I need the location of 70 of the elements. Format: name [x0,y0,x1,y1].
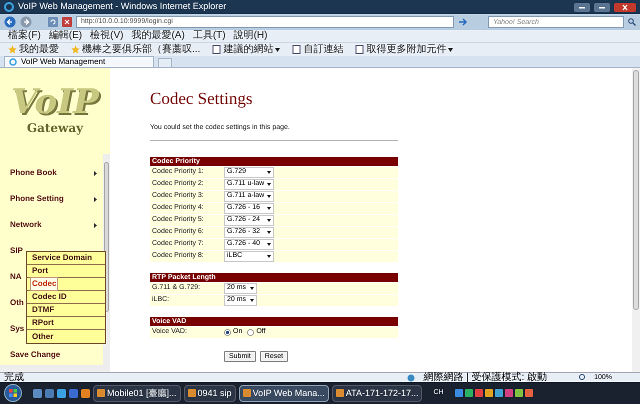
refresh-icon[interactable] [48,17,58,27]
taskbar-button[interactable]: Mobile01 [臺廳]... [93,384,181,402]
menu-item[interactable]: 檢視(V) [90,31,124,41]
taskbar-button[interactable]: ATA-171-172-17... [332,384,422,402]
sidebar-menu-item[interactable]: NA [10,271,22,283]
app-icon [336,389,344,397]
page-icon [355,45,364,54]
minimize-icon[interactable] [574,2,590,12]
caret-icon [267,242,271,246]
caret-icon [267,218,271,222]
favorites-item[interactable]: 我的最愛 [8,44,59,54]
menu-item[interactable]: 說明(H) [234,31,268,41]
submenu-item[interactable]: Service Domain [30,251,94,265]
sidebar-menu-item[interactable]: Network [10,219,42,231]
window-title: VoIP Web Management - Windows Internet Explorer [18,0,228,14]
submenu-item[interactable]: Port [30,264,50,278]
submenu-item[interactable]: Other [30,330,56,344]
caret-icon [267,206,271,210]
menu-item[interactable]: 工具(T) [192,31,226,41]
browser-icon [4,2,14,12]
sidebar-menu-item[interactable]: Sys [10,323,24,335]
start-orb-icon[interactable] [4,384,22,402]
page-icon [292,45,302,54]
app-icon [242,389,251,397]
sidebar-menu-item[interactable]: Oth [10,297,24,309]
sidebar-menu-item[interactable]: Save Change [10,349,60,361]
forward-icon[interactable] [20,16,32,28]
security-zone: 網際網路 | 受保護模式: 啟動 [423,372,548,382]
page-icon [212,45,222,54]
submenu-item[interactable]: DTMF [30,303,56,317]
caret-icon [267,170,271,174]
taskbar-button[interactable]: 0941 sip [184,384,236,402]
sidebar-menu-item[interactable]: SIP [10,245,23,257]
sidebar-menu-item[interactable]: Phone Setting [10,193,64,205]
globe-icon [407,374,416,382]
star-icon [71,45,80,54]
favorites-item[interactable]: 機棒之要俱乐部（賽藁叹... [71,44,200,54]
menu-item[interactable]: 我的最愛(A) [131,31,185,41]
menu-item[interactable]: 檔案(F) [8,31,41,41]
browser-tab[interactable]: VoIP Web Management [4,56,154,67]
favorites-item[interactable]: 取得更多附加元件 [355,44,454,54]
page-title: Codec Settings [150,90,254,107]
search-icon[interactable] [628,18,636,26]
status-text: 完成 [4,372,24,382]
caret-icon [267,182,271,186]
logo-text: VoIP [11,85,99,119]
favorites-item[interactable]: 建議的網站 [212,44,280,54]
caret-icon [267,194,271,198]
sidebar-menu-item[interactable]: Phone Book [10,167,57,179]
caret-icon [250,298,254,302]
browser-icon [9,58,17,66]
app-icon [188,389,196,397]
go-arrow-icon[interactable] [458,17,468,27]
favorites-item[interactable]: 自訂連結 [292,44,344,54]
taskbar-button[interactable]: VoIP Web Mana... [238,384,329,402]
horizontal-scrollbar[interactable] [0,365,110,372]
close-icon[interactable] [614,2,636,12]
zoom-icon [579,374,586,381]
caret-icon [250,286,254,290]
logo-subtitle: Gateway [26,120,84,137]
submenu-item[interactable]: Codec ID [30,290,69,304]
page-scrollbar[interactable] [632,68,640,372]
submenu-item[interactable]: RPort [30,316,56,330]
star-icon [8,45,17,54]
menu-item[interactable]: 編輯(E) [48,31,82,41]
stop-icon[interactable] [62,17,72,27]
back-icon[interactable] [4,16,16,28]
caret-icon [267,254,271,258]
caret-icon [267,230,271,234]
submenu-item[interactable]: Codec [30,277,58,291]
